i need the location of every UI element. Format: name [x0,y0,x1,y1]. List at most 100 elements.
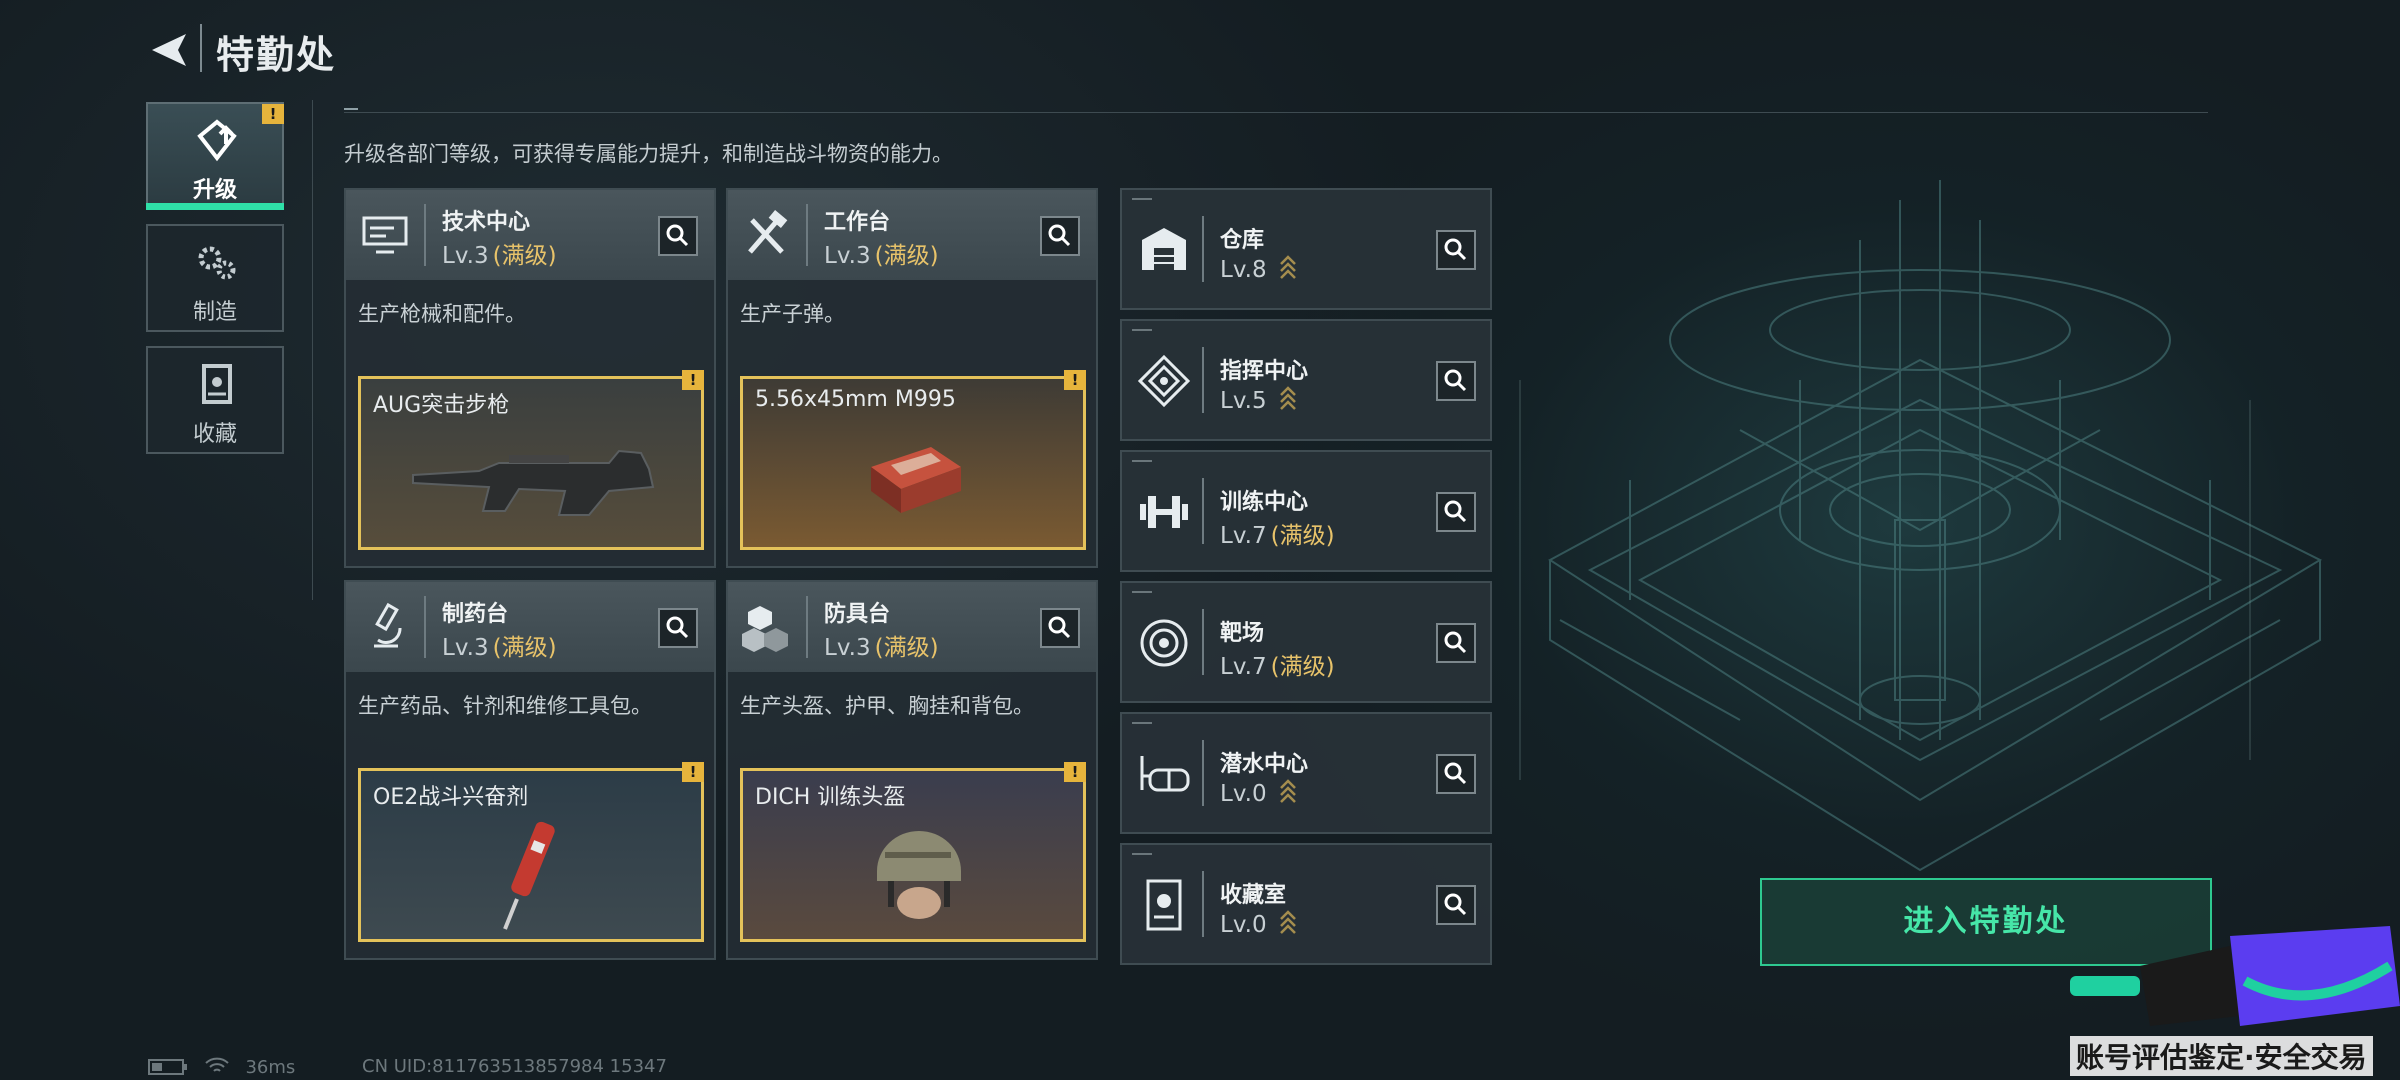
header-separator [424,204,426,266]
wifi-icon [205,1057,229,1072]
watermark-text: 账号评估鉴定·安全交易 [2070,1036,2373,1076]
page-description: 升级各部门等级，可获得专属能力提升，和制造战斗物资的能力。 [344,142,953,166]
facility-row-training-center[interactable]: 训练中心 Lv.7 (满级) [1120,450,1492,572]
magnifier-icon [1444,893,1467,916]
facility-name: 训练中心 [1220,490,1309,515]
facility-description: 生产子弹。 [740,302,845,326]
row-separator [1202,216,1204,282]
max-level-tag: (满级) [874,635,939,661]
craft-item-name: AUG突击步枪 [373,393,510,418]
craft-item-name: 5.56x45mm M995 [755,387,956,412]
facility-row-warehouse[interactable]: 仓库 Lv.8 [1120,188,1492,310]
inspect-button[interactable] [1436,623,1476,663]
injector-icon [503,821,555,930]
card-header: 防具台 Lv.3 (满级) [728,582,1096,672]
inspect-button[interactable] [658,216,698,256]
header-separator [806,204,808,266]
magnifier-icon [1444,631,1467,654]
upgrade-icon [197,119,237,162]
header-separator [424,596,426,658]
row-separator [1202,740,1204,806]
upgrade-chevrons-icon [1279,910,1296,934]
header-divider [200,24,202,72]
inspect-button[interactable] [1436,754,1476,794]
facility-card-tech-center[interactable]: 技术中心 Lv.3 (满级) 生产枪械和配件。 AUG突击步枪 ! [344,188,716,568]
craft-item-slot[interactable]: DICH 训练头盔 ! [740,762,1086,942]
facility-level: Lv.0 [1220,778,1297,807]
facility-level: Lv.3 (满级) [824,628,939,662]
inspect-button[interactable] [1040,216,1080,256]
level-value: Lv.8 [1220,257,1267,283]
facility-name: 工作台 [824,210,891,235]
ammo-box-icon [871,447,961,513]
diving-mask-icon [1140,756,1190,792]
inspect-button[interactable] [1436,230,1476,270]
gears-icon [198,246,236,280]
facility-card-armor-bench[interactable]: 防具台 Lv.3 (满级) 生产头盔、护甲、胸挂和背包。 DICH 训练头盔 ! [726,580,1098,960]
row-separator [1202,871,1204,937]
alert-badge: ! [1064,762,1086,782]
facility-row-command-center[interactable]: 指挥中心 Lv.5 [1120,319,1492,441]
nav-tab-upgrade[interactable]: 升级 ! [146,102,284,210]
status-bar: 36ms [148,1056,295,1078]
facility-level: Lv.0 [1220,909,1297,938]
facility-level: Lv.5 [1220,385,1297,414]
microscope-icon [374,602,402,648]
alert-badge: ! [1064,370,1086,390]
facility-row-diving-center[interactable]: 潜水中心 Lv.0 [1120,712,1492,834]
facility-level: Lv.3 (满级) [442,236,557,270]
armor-blocks-icon [742,606,788,652]
ping-value: 36ms [245,1057,296,1078]
max-level-tag: (满级) [1270,523,1335,549]
nav-tab-craft[interactable]: 制造 [146,224,284,332]
facility-card-workbench[interactable]: 工作台 Lv.3 (满级) 生产子弹。 5.56x45mm M995 ! [726,188,1098,568]
facility-level: Lv.3 (满级) [442,628,557,662]
facility-name: 潜水中心 [1220,752,1309,777]
display-case-icon [202,364,232,404]
magnifier-icon [666,224,689,247]
inspect-button[interactable] [1436,492,1476,532]
magnifier-icon [1444,762,1467,785]
craft-item-slot[interactable]: AUG突击步枪 ! [358,370,704,550]
back-arrow-icon[interactable] [146,28,192,72]
collection-icon [1146,879,1182,931]
magnifier-icon [1444,500,1467,523]
magnifier-icon [1048,224,1071,247]
level-value: Lv.3 [824,243,871,269]
nav-tab-collection[interactable]: 收藏 [146,346,284,454]
command-icon [1137,354,1191,408]
facility-level: Lv.8 [1220,254,1297,283]
nav-tab-label: 收藏 [192,422,237,447]
facility-card-pharmacy[interactable]: 制药台 Lv.3 (满级) 生产药品、针剂和维修工具包。 OE2战斗兴奋剂 ! [344,580,716,960]
facility-row-shooting-range[interactable]: 靶场 Lv.7 (满级) [1120,581,1492,703]
inspect-button[interactable] [1436,361,1476,401]
facility-name: 指挥中心 [1220,359,1309,384]
facility-level: Lv.3 (满级) [824,236,939,270]
row-separator [1202,347,1204,413]
facility-name: 防具台 [824,602,891,627]
inspect-button[interactable] [1040,608,1080,648]
upgrade-chevrons-icon [1279,255,1296,279]
facility-row-collection-room[interactable]: 收藏室 Lv.0 [1120,843,1492,965]
max-level-tag: (满级) [874,243,939,269]
facility-description: 生产枪械和配件。 [358,302,526,326]
craft-item-slot[interactable]: 5.56x45mm M995 ! [740,370,1086,550]
alert-badge: ! [262,104,284,124]
inspect-button[interactable] [658,608,698,648]
card-header: 工作台 Lv.3 (满级) [728,190,1096,280]
craft-item-slot[interactable]: OE2战斗兴奋剂 ! [358,762,704,942]
row-separator [1202,478,1204,544]
card-header: 技术中心 Lv.3 (满级) [346,190,714,280]
monitor-icon [362,216,408,254]
nav-tab-label: 制造 [192,300,237,325]
inspect-button[interactable] [1436,885,1476,925]
page-title: 特勤处 [216,33,337,77]
helmet-icon [877,831,961,919]
alert-badge: ! [682,370,704,390]
alert-badge: ! [682,762,704,782]
section-line-tick [344,108,358,110]
tools-icon [748,210,788,254]
card-header: 制药台 Lv.3 (满级) [346,582,714,672]
row-separator [1202,609,1204,675]
facility-level: Lv.7 (满级) [1220,516,1335,550]
